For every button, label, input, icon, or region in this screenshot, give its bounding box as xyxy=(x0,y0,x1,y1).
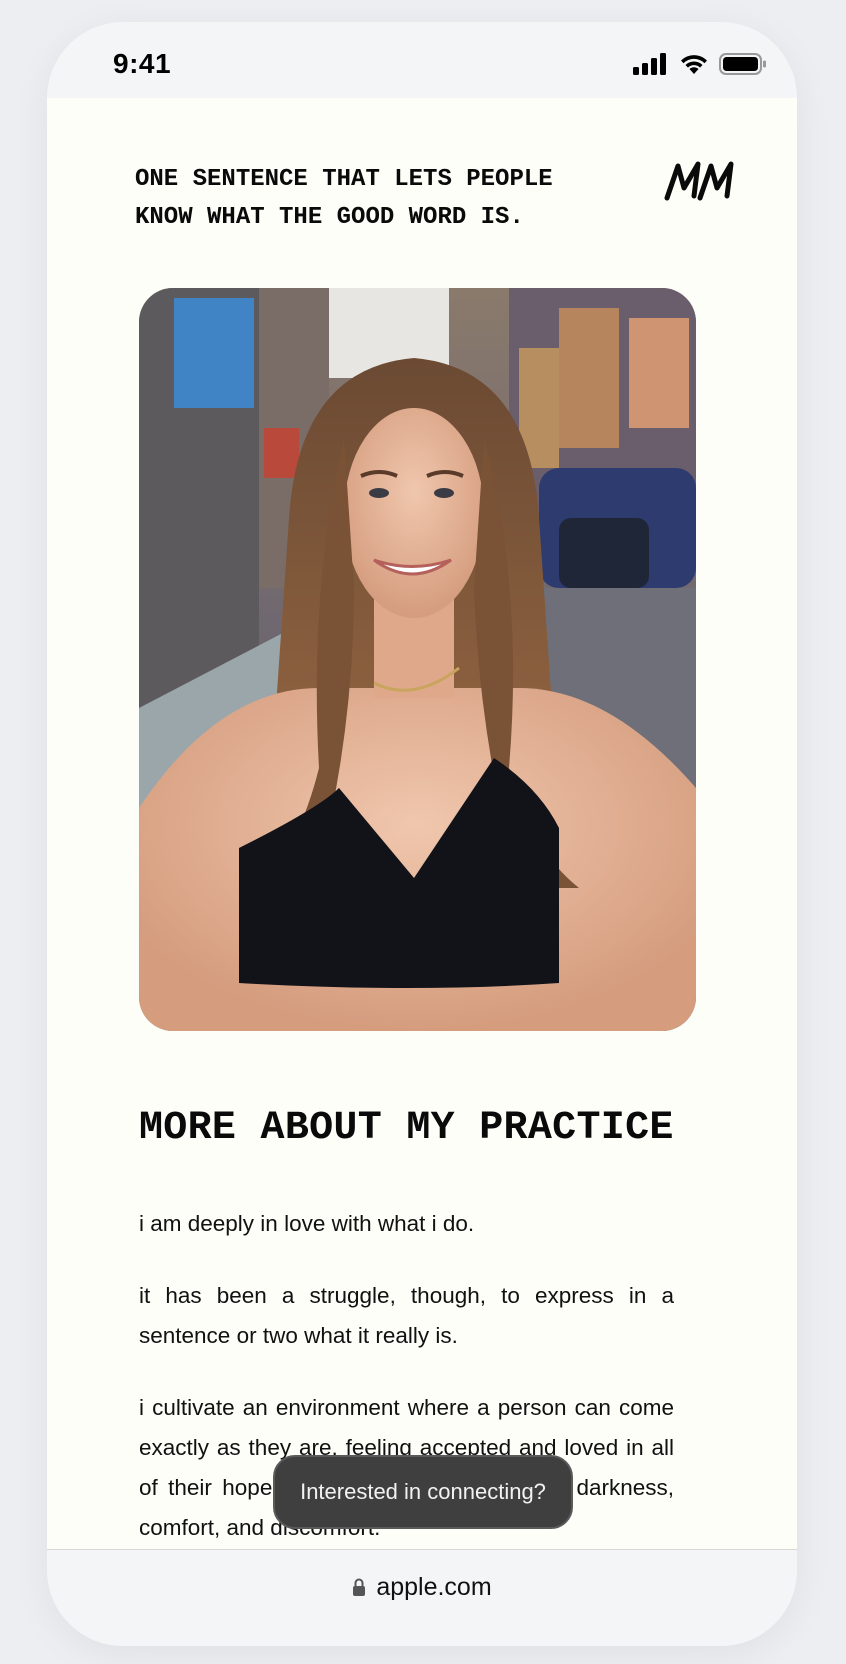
url-field[interactable]: apple.com xyxy=(47,1572,797,1602)
battery-icon xyxy=(719,53,766,75)
mm-logo[interactable] xyxy=(664,158,736,202)
hero-photo xyxy=(139,288,696,1031)
paragraph: it has been a struggle, though, to expre… xyxy=(139,1283,674,1348)
status-time: 9:41 xyxy=(113,48,172,79)
url-text: apple.com xyxy=(376,1572,492,1601)
web-page[interactable]: ONE SENTENCE THAT LETS PEOPLE KNOW WHAT … xyxy=(47,98,797,1573)
portrait-photo xyxy=(139,288,696,1031)
wifi-icon xyxy=(681,55,707,74)
status-icons xyxy=(633,52,767,76)
page-tagline: ONE SENTENCE THAT LETS PEOPLE KNOW WHAT … xyxy=(135,166,553,231)
paragraph: i am deeply in love with what i do. xyxy=(139,1211,475,1236)
lock-icon xyxy=(353,1578,366,1596)
phone-frame: 9:41 ONE SENTENCE THAT LETS PEOPLE KNOW … xyxy=(47,22,797,1646)
section-title: MORE ABOUT MY PRACTICE xyxy=(139,1106,674,1151)
signal-icon xyxy=(633,53,666,75)
status-bar: 9:41 xyxy=(47,22,797,98)
browser-address-bar[interactable]: apple.com xyxy=(47,1549,797,1646)
connect-button[interactable]: Interested in connecting? xyxy=(273,1455,573,1529)
